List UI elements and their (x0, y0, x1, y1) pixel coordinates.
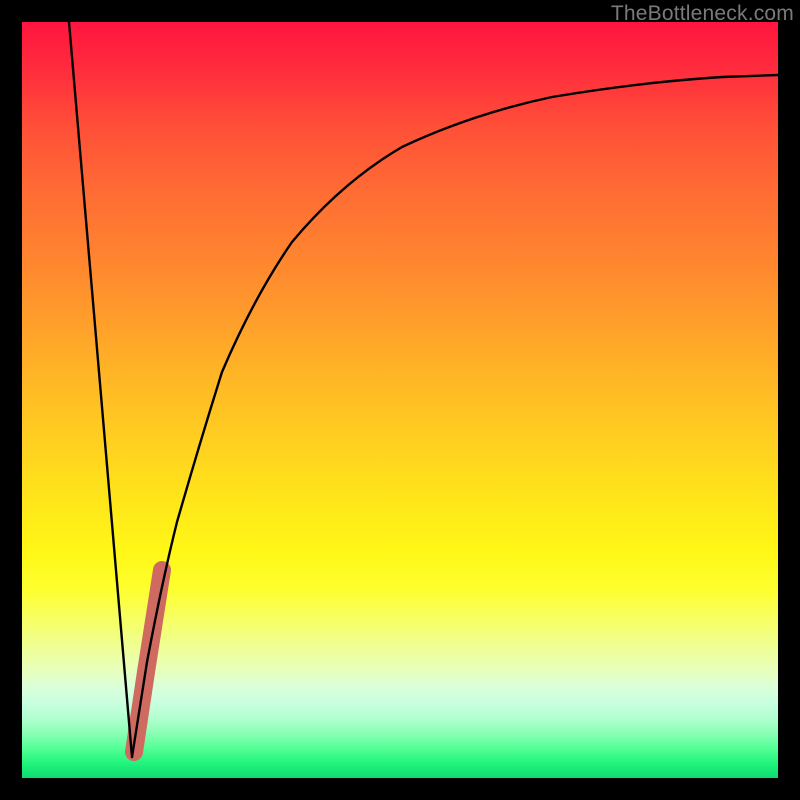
chart-svg (22, 22, 778, 778)
plot-area (22, 22, 778, 778)
right-ascent-line (132, 75, 778, 757)
outer-frame: TheBottleneck.com (0, 0, 800, 800)
left-descent-line (69, 22, 132, 757)
